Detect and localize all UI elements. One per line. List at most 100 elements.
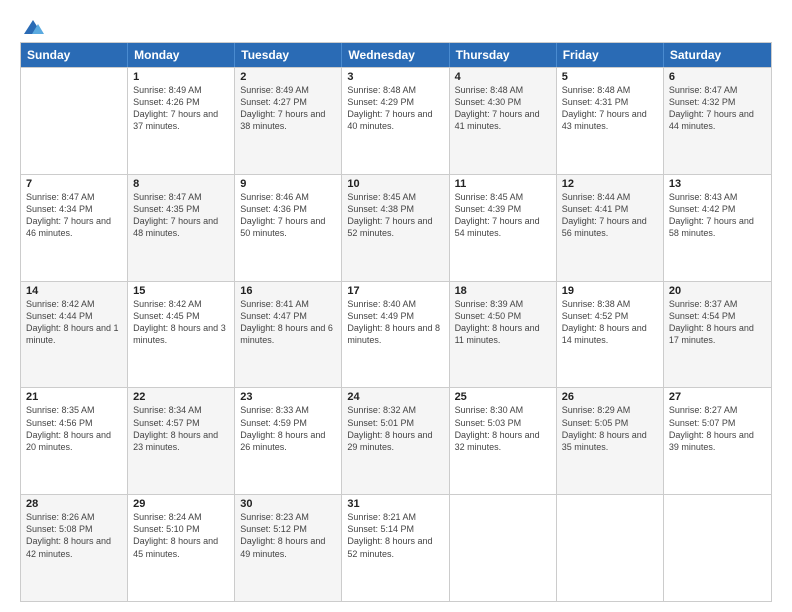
cal-week-3: 14Sunrise: 8:42 AMSunset: 4:44 PMDayligh… (21, 281, 771, 388)
day-number: 16 (240, 285, 336, 297)
day-info: Sunrise: 8:23 AMSunset: 5:12 PMDaylight:… (240, 511, 336, 560)
day-number: 15 (133, 285, 229, 297)
cal-cell: 23Sunrise: 8:33 AMSunset: 4:59 PMDayligh… (235, 388, 342, 494)
day-info: Sunrise: 8:33 AMSunset: 4:59 PMDaylight:… (240, 404, 336, 453)
day-number: 22 (133, 391, 229, 403)
day-info: Sunrise: 8:44 AMSunset: 4:41 PMDaylight:… (562, 191, 658, 240)
day-number: 29 (133, 498, 229, 510)
day-number: 1 (133, 71, 229, 83)
cal-cell: 17Sunrise: 8:40 AMSunset: 4:49 PMDayligh… (342, 282, 449, 388)
day-info: Sunrise: 8:46 AMSunset: 4:36 PMDaylight:… (240, 191, 336, 240)
cal-cell (557, 495, 664, 601)
cal-cell: 22Sunrise: 8:34 AMSunset: 4:57 PMDayligh… (128, 388, 235, 494)
day-info: Sunrise: 8:48 AMSunset: 4:31 PMDaylight:… (562, 84, 658, 133)
day-number: 25 (455, 391, 551, 403)
cal-cell: 24Sunrise: 8:32 AMSunset: 5:01 PMDayligh… (342, 388, 449, 494)
cal-cell: 5Sunrise: 8:48 AMSunset: 4:31 PMDaylight… (557, 68, 664, 174)
cal-cell: 29Sunrise: 8:24 AMSunset: 5:10 PMDayligh… (128, 495, 235, 601)
day-info: Sunrise: 8:32 AMSunset: 5:01 PMDaylight:… (347, 404, 443, 453)
day-info: Sunrise: 8:45 AMSunset: 4:38 PMDaylight:… (347, 191, 443, 240)
cal-week-4: 21Sunrise: 8:35 AMSunset: 4:56 PMDayligh… (21, 387, 771, 494)
logo-icon (22, 16, 44, 38)
day-info: Sunrise: 8:42 AMSunset: 4:45 PMDaylight:… (133, 298, 229, 347)
day-number: 11 (455, 178, 551, 190)
day-info: Sunrise: 8:41 AMSunset: 4:47 PMDaylight:… (240, 298, 336, 347)
day-number: 6 (669, 71, 766, 83)
cal-cell: 25Sunrise: 8:30 AMSunset: 5:03 PMDayligh… (450, 388, 557, 494)
day-number: 31 (347, 498, 443, 510)
header (20, 16, 772, 34)
day-number: 17 (347, 285, 443, 297)
cal-week-1: 1Sunrise: 8:49 AMSunset: 4:26 PMDaylight… (21, 67, 771, 174)
day-number: 9 (240, 178, 336, 190)
day-info: Sunrise: 8:35 AMSunset: 4:56 PMDaylight:… (26, 404, 122, 453)
cal-cell (664, 495, 771, 601)
day-info: Sunrise: 8:43 AMSunset: 4:42 PMDaylight:… (669, 191, 766, 240)
day-info: Sunrise: 8:21 AMSunset: 5:14 PMDaylight:… (347, 511, 443, 560)
day-number: 26 (562, 391, 658, 403)
cal-header-wednesday: Wednesday (342, 43, 449, 67)
day-number: 12 (562, 178, 658, 190)
day-info: Sunrise: 8:47 AMSunset: 4:34 PMDaylight:… (26, 191, 122, 240)
calendar-header: SundayMondayTuesdayWednesdayThursdayFrid… (21, 43, 771, 67)
day-number: 2 (240, 71, 336, 83)
cal-header-monday: Monday (128, 43, 235, 67)
day-number: 7 (26, 178, 122, 190)
cal-cell: 3Sunrise: 8:48 AMSunset: 4:29 PMDaylight… (342, 68, 449, 174)
cal-cell: 30Sunrise: 8:23 AMSunset: 5:12 PMDayligh… (235, 495, 342, 601)
day-number: 13 (669, 178, 766, 190)
cal-cell: 2Sunrise: 8:49 AMSunset: 4:27 PMDaylight… (235, 68, 342, 174)
day-info: Sunrise: 8:27 AMSunset: 5:07 PMDaylight:… (669, 404, 766, 453)
cal-cell (21, 68, 128, 174)
day-info: Sunrise: 8:48 AMSunset: 4:30 PMDaylight:… (455, 84, 551, 133)
cal-cell: 19Sunrise: 8:38 AMSunset: 4:52 PMDayligh… (557, 282, 664, 388)
day-info: Sunrise: 8:26 AMSunset: 5:08 PMDaylight:… (26, 511, 122, 560)
day-info: Sunrise: 8:47 AMSunset: 4:35 PMDaylight:… (133, 191, 229, 240)
day-number: 21 (26, 391, 122, 403)
cal-header-friday: Friday (557, 43, 664, 67)
day-info: Sunrise: 8:49 AMSunset: 4:26 PMDaylight:… (133, 84, 229, 133)
day-number: 23 (240, 391, 336, 403)
cal-cell: 10Sunrise: 8:45 AMSunset: 4:38 PMDayligh… (342, 175, 449, 281)
cal-header-sunday: Sunday (21, 43, 128, 67)
day-number: 28 (26, 498, 122, 510)
cal-cell: 14Sunrise: 8:42 AMSunset: 4:44 PMDayligh… (21, 282, 128, 388)
day-number: 14 (26, 285, 122, 297)
day-number: 4 (455, 71, 551, 83)
cal-header-saturday: Saturday (664, 43, 771, 67)
day-info: Sunrise: 8:39 AMSunset: 4:50 PMDaylight:… (455, 298, 551, 347)
cal-cell: 26Sunrise: 8:29 AMSunset: 5:05 PMDayligh… (557, 388, 664, 494)
cal-header-tuesday: Tuesday (235, 43, 342, 67)
day-info: Sunrise: 8:24 AMSunset: 5:10 PMDaylight:… (133, 511, 229, 560)
cal-cell: 9Sunrise: 8:46 AMSunset: 4:36 PMDaylight… (235, 175, 342, 281)
cal-cell: 15Sunrise: 8:42 AMSunset: 4:45 PMDayligh… (128, 282, 235, 388)
day-number: 3 (347, 71, 443, 83)
day-info: Sunrise: 8:34 AMSunset: 4:57 PMDaylight:… (133, 404, 229, 453)
cal-cell: 4Sunrise: 8:48 AMSunset: 4:30 PMDaylight… (450, 68, 557, 174)
calendar-body: 1Sunrise: 8:49 AMSunset: 4:26 PMDaylight… (21, 67, 771, 601)
cal-week-5: 28Sunrise: 8:26 AMSunset: 5:08 PMDayligh… (21, 494, 771, 601)
calendar: SundayMondayTuesdayWednesdayThursdayFrid… (20, 42, 772, 602)
day-info: Sunrise: 8:48 AMSunset: 4:29 PMDaylight:… (347, 84, 443, 133)
cal-cell: 11Sunrise: 8:45 AMSunset: 4:39 PMDayligh… (450, 175, 557, 281)
cal-cell: 27Sunrise: 8:27 AMSunset: 5:07 PMDayligh… (664, 388, 771, 494)
cal-cell: 16Sunrise: 8:41 AMSunset: 4:47 PMDayligh… (235, 282, 342, 388)
cal-cell: 12Sunrise: 8:44 AMSunset: 4:41 PMDayligh… (557, 175, 664, 281)
cal-cell: 6Sunrise: 8:47 AMSunset: 4:32 PMDaylight… (664, 68, 771, 174)
day-info: Sunrise: 8:30 AMSunset: 5:03 PMDaylight:… (455, 404, 551, 453)
day-number: 8 (133, 178, 229, 190)
day-number: 24 (347, 391, 443, 403)
cal-cell: 1Sunrise: 8:49 AMSunset: 4:26 PMDaylight… (128, 68, 235, 174)
cal-week-2: 7Sunrise: 8:47 AMSunset: 4:34 PMDaylight… (21, 174, 771, 281)
day-info: Sunrise: 8:38 AMSunset: 4:52 PMDaylight:… (562, 298, 658, 347)
day-info: Sunrise: 8:40 AMSunset: 4:49 PMDaylight:… (347, 298, 443, 347)
day-info: Sunrise: 8:47 AMSunset: 4:32 PMDaylight:… (669, 84, 766, 133)
day-number: 20 (669, 285, 766, 297)
day-info: Sunrise: 8:29 AMSunset: 5:05 PMDaylight:… (562, 404, 658, 453)
cal-cell: 31Sunrise: 8:21 AMSunset: 5:14 PMDayligh… (342, 495, 449, 601)
day-info: Sunrise: 8:37 AMSunset: 4:54 PMDaylight:… (669, 298, 766, 347)
day-number: 10 (347, 178, 443, 190)
day-number: 5 (562, 71, 658, 83)
cal-cell: 21Sunrise: 8:35 AMSunset: 4:56 PMDayligh… (21, 388, 128, 494)
day-number: 27 (669, 391, 766, 403)
